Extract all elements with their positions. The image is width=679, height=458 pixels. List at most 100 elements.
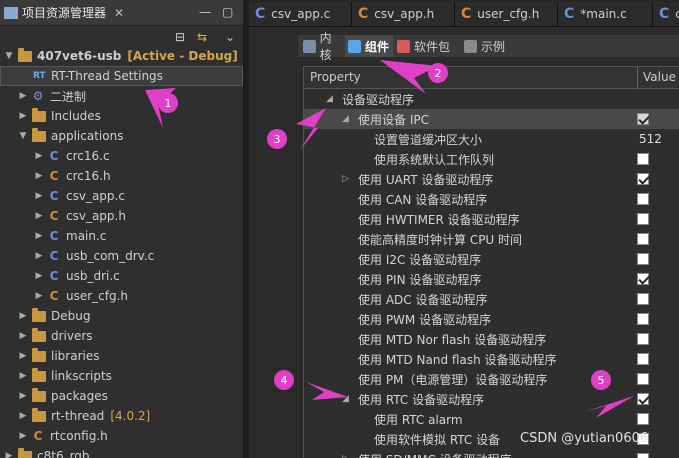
tree-item-[interactable]: ▶ ⚙ 二进制 bbox=[0, 86, 243, 106]
collapsed-arrow-icon[interactable]: ▶ bbox=[34, 211, 44, 221]
property-row[interactable]: 使用 ADC 设备驱动程序 bbox=[304, 289, 679, 309]
property-row[interactable]: 使用 HWTIMER 设备驱动程序 bbox=[304, 209, 679, 229]
collapsed-arrow-icon[interactable]: ▶ bbox=[18, 391, 28, 401]
collapsed-arrow-icon[interactable]: ▶ bbox=[34, 171, 44, 181]
collapsed-arrow-icon[interactable]: ▶ bbox=[34, 231, 44, 241]
property-row[interactable]: 使用 I2C 设备驱动程序 bbox=[304, 249, 679, 269]
collapsed-arrow-icon[interactable]: ▶ bbox=[34, 291, 44, 301]
settings-tab-0[interactable]: 内核 bbox=[300, 31, 343, 62]
collapsed-arrow-icon[interactable]: ▶ bbox=[4, 451, 14, 458]
tree-item-rt-thread[interactable]: ▶ rt-thread [4.0.2] bbox=[0, 406, 243, 426]
tree-item-crc16-c[interactable]: ▶ Ccrc16.c bbox=[0, 146, 243, 166]
tree-item-packages[interactable]: ▶ packages bbox=[0, 386, 243, 406]
tree-item-libraries[interactable]: ▶ libraries bbox=[0, 346, 243, 366]
settings-tab-2[interactable]: 软件包 bbox=[394, 35, 460, 57]
property-row[interactable]: 设置管道缓冲区大小 512 bbox=[304, 129, 679, 149]
editor-tab-1[interactable]: Ccsv_app.h bbox=[352, 2, 455, 26]
editor-tab-0[interactable]: Ccsv_app.c bbox=[249, 2, 352, 26]
collapsed-arrow-icon[interactable]: ▶ bbox=[34, 251, 44, 261]
collapsed-arrow-icon[interactable]: ▶ bbox=[18, 111, 28, 121]
tree-item-applications[interactable]: ▼ applications bbox=[0, 126, 243, 146]
value-text[interactable]: 512 bbox=[639, 132, 662, 146]
collapsed-arrow-icon[interactable]: ▶ bbox=[18, 411, 28, 421]
collapsed-arrow-icon[interactable]: ▶ bbox=[18, 431, 28, 441]
editor-tab-3[interactable]: C *main.c bbox=[558, 2, 653, 26]
collapsed-arrow-icon[interactable]: ▶ bbox=[18, 331, 28, 341]
editor-tab-4[interactable]: Ccsv_a bbox=[653, 2, 679, 26]
tree-item-csv-app-c[interactable]: ▶ Ccsv_app.c bbox=[0, 186, 243, 206]
tree-project-root[interactable]: ▼ 407vet6-usb [Active - Debug] bbox=[0, 46, 243, 66]
tree-item-drivers[interactable]: ▶ drivers bbox=[0, 326, 243, 346]
collapsed-arrow-icon[interactable]: ▶ bbox=[34, 191, 44, 201]
property-row[interactable]: 使用 RTC alarm bbox=[304, 409, 679, 429]
view-menu-icon[interactable]: ⌄ bbox=[225, 30, 235, 44]
value-checkbox[interactable] bbox=[637, 233, 649, 245]
tree-item-usb-com-drv-c[interactable]: ▶ Cusb_com_drv.c bbox=[0, 246, 243, 266]
value-checkbox[interactable] bbox=[637, 313, 649, 325]
settings-tab-1[interactable]: 组件 bbox=[345, 35, 393, 57]
expanded-arrow-icon[interactable]: ▼ bbox=[18, 131, 28, 141]
value-checkbox[interactable] bbox=[637, 293, 649, 305]
collapsed-arrow-icon[interactable]: ▶ bbox=[18, 91, 28, 101]
property-row[interactable]: ◢ 使用 RTC 设备驱动程序 bbox=[304, 389, 679, 409]
property-row[interactable]: 使用 PWM 设备驱动程序 bbox=[304, 309, 679, 329]
property-row[interactable]: 使用系统默认工作队列 bbox=[304, 149, 679, 169]
value-column-header[interactable]: Value bbox=[643, 70, 676, 84]
collapsed-arrow-icon[interactable]: ▶ bbox=[18, 351, 28, 361]
editor-tab-2[interactable]: Cuser_cfg.h bbox=[455, 2, 558, 26]
column-separator[interactable] bbox=[637, 67, 638, 89]
value-checkbox[interactable] bbox=[637, 393, 649, 405]
tree-item-user-cfg-h[interactable]: ▶ Cuser_cfg.h bbox=[0, 286, 243, 306]
collapsed-arrow-icon[interactable]: ▷ bbox=[342, 454, 349, 458]
property-row[interactable]: ◢ 使用设备 IPC bbox=[304, 109, 679, 129]
c-file-icon: C bbox=[49, 149, 59, 163]
value-checkbox[interactable] bbox=[637, 113, 649, 125]
expanded-arrow-icon[interactable]: ◢ bbox=[342, 114, 349, 124]
collapsed-arrow-icon[interactable]: ▶ bbox=[34, 271, 44, 281]
maximize-icon[interactable]: ▢ bbox=[222, 5, 233, 19]
value-checkbox[interactable] bbox=[637, 333, 649, 345]
tree-item-main-c[interactable]: ▶ Cmain.c bbox=[0, 226, 243, 246]
property-column-header[interactable]: Property bbox=[310, 70, 361, 84]
property-row[interactable]: 使用 MTD Nor flash 设备驱动程序 bbox=[304, 329, 679, 349]
tree-item-usb-dri-c[interactable]: ▶ Cusb_dri.c bbox=[0, 266, 243, 286]
link-editor-icon[interactable]: ⇆ bbox=[197, 30, 207, 44]
value-checkbox[interactable] bbox=[637, 253, 649, 265]
collapsed-arrow-icon[interactable]: ▶ bbox=[18, 311, 28, 321]
tree-item-includes[interactable]: ▶ Includes bbox=[0, 106, 243, 126]
collapsed-arrow-icon[interactable]: ▶ bbox=[18, 371, 28, 381]
value-checkbox[interactable] bbox=[637, 413, 649, 425]
expanded-arrow-icon[interactable]: ◢ bbox=[342, 394, 349, 404]
tree-item-rtconfig-h[interactable]: ▶ Crtconfig.h bbox=[0, 426, 243, 446]
value-checkbox[interactable] bbox=[637, 213, 649, 225]
value-checkbox[interactable] bbox=[637, 453, 649, 458]
value-checkbox[interactable] bbox=[637, 273, 649, 285]
tree-item-csv-app-h[interactable]: ▶ Ccsv_app.h bbox=[0, 206, 243, 226]
collapsed-arrow-icon[interactable]: ▷ bbox=[342, 174, 349, 184]
value-checkbox[interactable] bbox=[637, 173, 649, 185]
property-row[interactable]: ▷ 使用 SD/MMC 设备驱动程序 bbox=[304, 449, 679, 458]
tree-item-crc16-h[interactable]: ▶ Ccrc16.h bbox=[0, 166, 243, 186]
settings-tab-3[interactable]: 示例 bbox=[461, 35, 511, 57]
property-row[interactable]: 使能高精度时钟计算 CPU 时间 bbox=[304, 229, 679, 249]
expanded-arrow-icon[interactable]: ◢ bbox=[326, 94, 333, 104]
property-row[interactable]: 使用 MTD Nand flash 设备驱动程序 bbox=[304, 349, 679, 369]
value-checkbox[interactable] bbox=[637, 353, 649, 365]
minimize-icon[interactable]: — bbox=[199, 5, 211, 19]
value-checkbox[interactable] bbox=[637, 373, 649, 385]
collapsed-arrow-icon[interactable]: ▶ bbox=[34, 151, 44, 161]
property-row[interactable]: ▷ 使用 UART 设备驱动程序 bbox=[304, 169, 679, 189]
collapse-all-icon[interactable]: ⊟ bbox=[175, 30, 185, 44]
property-row[interactable]: 使用 PM（电源管理）设备驱动程序 bbox=[304, 369, 679, 389]
expanded-arrow-icon[interactable]: ▼ bbox=[4, 51, 14, 61]
value-checkbox[interactable] bbox=[637, 193, 649, 205]
property-row[interactable]: 使用 CAN 设备驱动程序 bbox=[304, 189, 679, 209]
tree-item-rt-thread-settings[interactable]: RT RT-Thread Settings bbox=[0, 66, 243, 86]
value-checkbox[interactable] bbox=[637, 153, 649, 165]
tree-item-linkscripts[interactable]: ▶ linkscripts bbox=[0, 366, 243, 386]
close-icon[interactable]: ✕ bbox=[114, 6, 124, 20]
property-row[interactable]: 使用 PIN 设备驱动程序 bbox=[304, 269, 679, 289]
property-row[interactable]: ◢ 设备驱动程序 bbox=[304, 89, 679, 109]
tree-item-c8t6-rgb[interactable]: ▶ c8t6_rgb bbox=[0, 446, 243, 458]
tree-item-debug[interactable]: ▶ Debug bbox=[0, 306, 243, 326]
